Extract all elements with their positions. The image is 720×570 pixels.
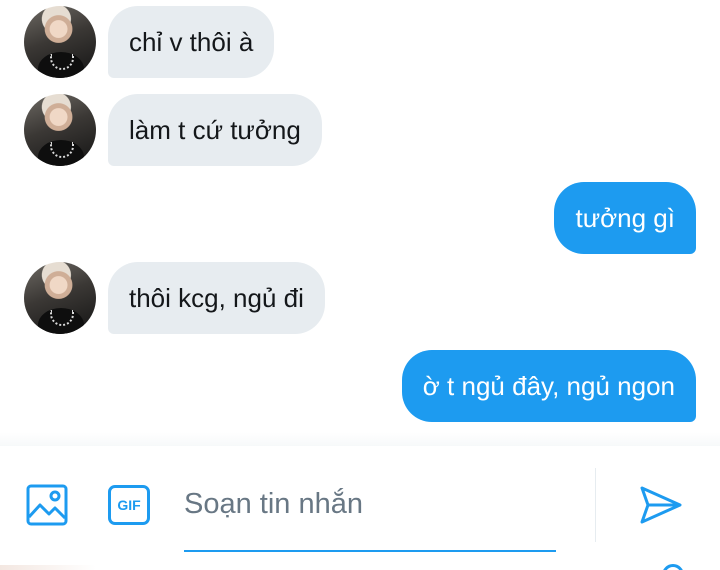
partial-circle-icon (662, 564, 684, 570)
composer-shadow (0, 432, 720, 446)
message-bubble[interactable]: tưởng gì (554, 182, 696, 254)
message-input-wrapper (184, 472, 556, 552)
sender-avatar[interactable] (24, 262, 96, 334)
message-incoming: làm t cứ tưởng (0, 94, 720, 166)
message-outgoing: ờ t ngủ đây, ngủ ngon (0, 350, 720, 422)
message-incoming: chỉ v thôi à (0, 6, 720, 78)
message-incoming: thôi kcg, ngủ đi (0, 262, 720, 334)
message-composer: GIF (0, 432, 720, 570)
message-bubble[interactable]: làm t cứ tưởng (108, 94, 322, 166)
sender-avatar[interactable] (24, 94, 96, 166)
sender-avatar[interactable] (24, 6, 96, 78)
add-photo-button[interactable] (24, 482, 70, 528)
message-thread[interactable]: chỉ v thôi à làm t cứ tưởng tưởng gì thô… (0, 0, 720, 445)
partial-avatar-strip (0, 565, 96, 570)
add-gif-button[interactable]: GIF (106, 482, 152, 528)
message-bubble[interactable]: chỉ v thôi à (108, 6, 275, 78)
message-input[interactable] (184, 472, 556, 536)
send-button[interactable] (636, 482, 686, 528)
message-outgoing: tưởng gì (0, 182, 720, 254)
dm-conversation-screen: chỉ v thôi à làm t cứ tưởng tưởng gì thô… (0, 0, 720, 570)
gif-icon: GIF (108, 485, 150, 525)
message-bubble[interactable]: thôi kcg, ngủ đi (108, 262, 325, 334)
image-icon (26, 484, 68, 526)
message-bubble[interactable]: ờ t ngủ đây, ngủ ngon (401, 350, 696, 422)
send-icon (640, 486, 682, 524)
composer-divider (595, 468, 596, 542)
